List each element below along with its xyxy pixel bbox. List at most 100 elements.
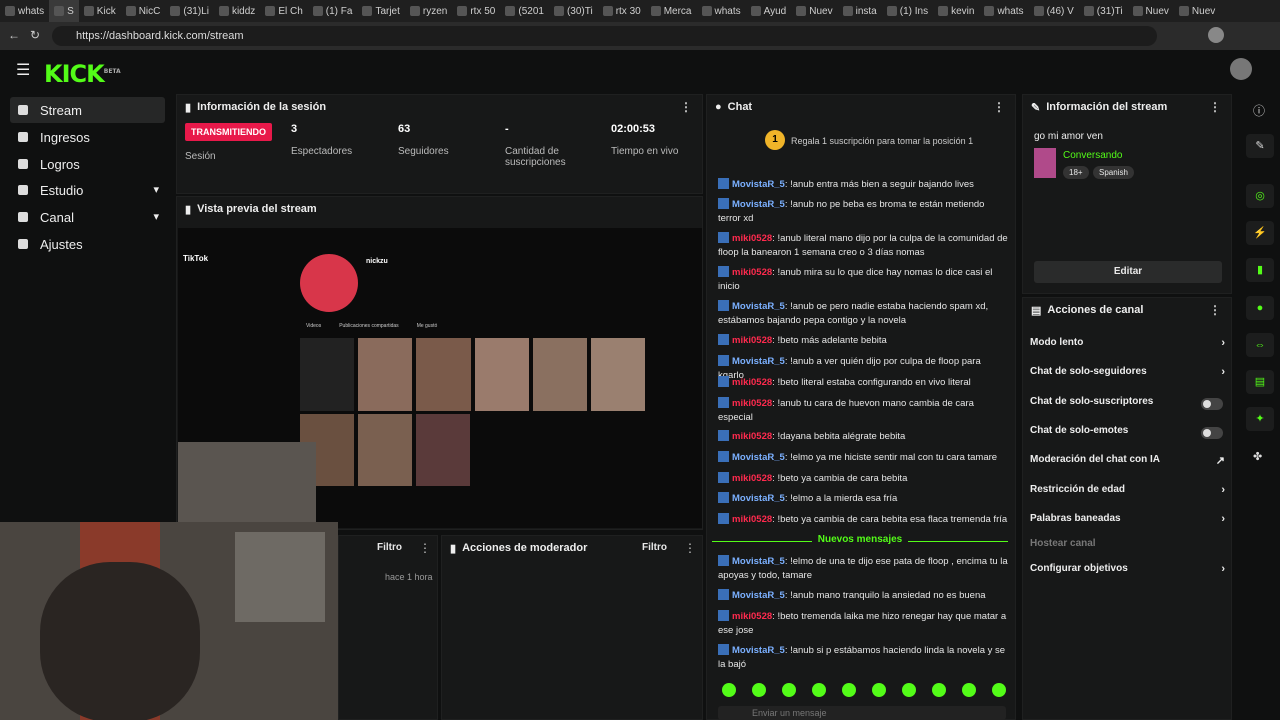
sidebar-item-ajustes[interactable]: Ajustes <box>10 231 165 257</box>
channel-action-5[interactable]: Restricción de edad › <box>1030 484 1225 500</box>
chat-username[interactable]: miki0528 <box>732 611 772 622</box>
edit-button[interactable]: Editar <box>1034 261 1222 283</box>
chat-username[interactable]: miki0528 <box>732 267 772 278</box>
chat-username[interactable]: miki0528 <box>732 335 772 346</box>
chat-username[interactable]: MovistaR_5 <box>732 179 785 190</box>
chat-bubble-icon[interactable]: ● <box>1246 296 1274 320</box>
toggle-switch[interactable] <box>1201 427 1223 439</box>
link-icon[interactable]: ⇔ <box>1246 333 1274 357</box>
slowmode-icon[interactable]: ◎ <box>1246 184 1274 208</box>
chat-username[interactable]: MovistaR_5 <box>732 199 785 210</box>
chat-username[interactable]: miki0528 <box>732 398 772 409</box>
user-avatar[interactable] <box>1230 58 1252 80</box>
tools-icon[interactable]: ✦ <box>1246 407 1274 431</box>
browser-tab[interactable]: kevin <box>933 0 979 22</box>
browser-tab[interactable]: Nuev <box>791 0 837 22</box>
browser-tab[interactable]: (30)Ti <box>549 0 598 22</box>
browser-tab[interactable]: (31)Ti <box>1079 0 1128 22</box>
chat-username[interactable]: MovistaR_5 <box>732 645 785 656</box>
chat-username[interactable]: miki0528 <box>732 233 772 244</box>
puzzle-icon[interactable]: ✤ <box>1253 450 1262 463</box>
info-icon[interactable]: ⓘ <box>1253 102 1265 119</box>
browser-tab[interactable]: NicC <box>121 0 166 22</box>
browser-tab[interactable]: whats <box>979 0 1028 22</box>
channel-action-8[interactable]: Configurar objetivos › <box>1030 563 1225 579</box>
more-icon[interactable]: ⋮ <box>993 100 1005 114</box>
sidebar-item-logros[interactable]: Logros <box>10 151 165 177</box>
emote-icon[interactable] <box>962 683 976 697</box>
browser-tab[interactable]: ryzen <box>405 0 452 22</box>
chat-username[interactable]: miki0528 <box>732 377 772 388</box>
stream-preview-video: TikTok nickzu Videos Publicaciones compar… <box>178 228 702 528</box>
emote-icon[interactable] <box>722 683 736 697</box>
channel-action-2[interactable]: Chat de solo-suscriptores <box>1030 396 1225 412</box>
kick-logo[interactable]: KICKBETA <box>44 60 121 88</box>
category-name[interactable]: Conversando <box>1063 150 1122 161</box>
browser-tab[interactable]: whats <box>697 0 746 22</box>
browser-tab[interactable]: whats <box>0 0 49 22</box>
channel-action-4[interactable]: Moderación del chat con IA ↗ <box>1030 454 1225 470</box>
emote-icon[interactable] <box>782 683 796 697</box>
filter-button[interactable]: Filtro <box>377 542 402 553</box>
channel-action-3[interactable]: Chat de solo-emotes <box>1030 425 1225 441</box>
chat-username[interactable]: MovistaR_5 <box>732 590 785 601</box>
more-icon[interactable]: ⋮ <box>684 541 696 555</box>
chat-input[interactable]: Enviar un mensaje <box>718 706 1006 720</box>
emote-icon[interactable] <box>842 683 856 697</box>
browser-tab[interactable]: rtx 50 <box>452 0 500 22</box>
chat-username[interactable]: MovistaR_5 <box>732 556 785 567</box>
emote-icon[interactable] <box>752 683 766 697</box>
browser-tab[interactable]: rtx 30 <box>598 0 646 22</box>
browser-tab[interactable]: kiddz <box>214 0 260 22</box>
browser-tab[interactable]: El Ch <box>260 0 307 22</box>
more-icon[interactable]: ⋮ <box>680 100 692 114</box>
browser-tab[interactable]: Nuev <box>1174 0 1220 22</box>
sidebar-item-stream[interactable]: Stream <box>10 97 165 123</box>
channel-action-6[interactable]: Palabras baneadas › <box>1030 513 1225 529</box>
sidebar-item-ingresos[interactable]: Ingresos <box>10 124 165 150</box>
chat-username[interactable]: MovistaR_5 <box>732 452 785 463</box>
emote-icon[interactable] <box>902 683 916 697</box>
browser-tab[interactable]: Tarjet <box>357 0 404 22</box>
edit-icon[interactable]: ✎ <box>1246 134 1274 158</box>
profile-avatar[interactable] <box>1208 27 1224 43</box>
browser-tab[interactable]: (1) Ins <box>882 0 933 22</box>
note-icon[interactable]: ▮ <box>1246 258 1274 282</box>
emote-icon[interactable] <box>812 683 826 697</box>
browser-tab[interactable]: (46) V <box>1029 0 1079 22</box>
layout-icon[interactable]: ▤ <box>1246 370 1274 394</box>
browser-tab[interactable]: (5201 <box>500 0 549 22</box>
chat-username[interactable]: MovistaR_5 <box>732 493 785 504</box>
emote-icon[interactable] <box>992 683 1006 697</box>
sidebar-item-canal[interactable]: Canal ▾ <box>10 204 165 230</box>
browser-tab[interactable]: Ayud <box>746 0 792 22</box>
browser-tab[interactable]: insta <box>838 0 882 22</box>
sidebar-item-estudio[interactable]: Estudio ▾ <box>10 177 165 203</box>
channel-action-0[interactable]: Modo lento › <box>1030 337 1225 353</box>
reload-icon[interactable]: ↻ <box>30 28 40 42</box>
emote-icon[interactable] <box>872 683 886 697</box>
filter-button[interactable]: Filtro <box>642 542 667 553</box>
emote-icon[interactable] <box>932 683 946 697</box>
more-icon[interactable]: ⋮ <box>419 541 431 555</box>
browser-tab[interactable]: Merca <box>646 0 697 22</box>
more-icon[interactable]: ⋮ <box>1209 100 1221 114</box>
browser-tab[interactable]: (1) Fa <box>308 0 358 22</box>
browser-tab[interactable]: (31)Li <box>165 0 214 22</box>
browser-tab[interactable]: Kick <box>79 0 121 22</box>
chat-username[interactable]: miki0528 <box>732 431 772 442</box>
menu-icon[interactable]: ☰ <box>16 60 30 80</box>
back-icon[interactable]: ← <box>8 28 20 42</box>
url-input[interactable]: https://dashboard.kick.com/stream <box>52 26 1157 46</box>
browser-tab[interactable]: Nuev <box>1128 0 1174 22</box>
chat-username[interactable]: miki0528 <box>732 473 772 484</box>
gift-sub-text[interactable]: Regala 1 suscripción para tomar la posic… <box>791 136 973 146</box>
browser-tab[interactable]: S <box>49 0 79 22</box>
chat-username[interactable]: miki0528 <box>732 514 772 525</box>
toggle-switch[interactable] <box>1201 398 1223 410</box>
bolt-icon[interactable]: ⚡ <box>1246 221 1274 245</box>
channel-action-1[interactable]: Chat de solo-seguidores › <box>1030 366 1225 382</box>
chat-username[interactable]: MovistaR_5 <box>732 301 785 312</box>
more-icon[interactable]: ⋮ <box>1209 303 1221 317</box>
chat-username[interactable]: MovistaR_5 <box>732 356 785 367</box>
